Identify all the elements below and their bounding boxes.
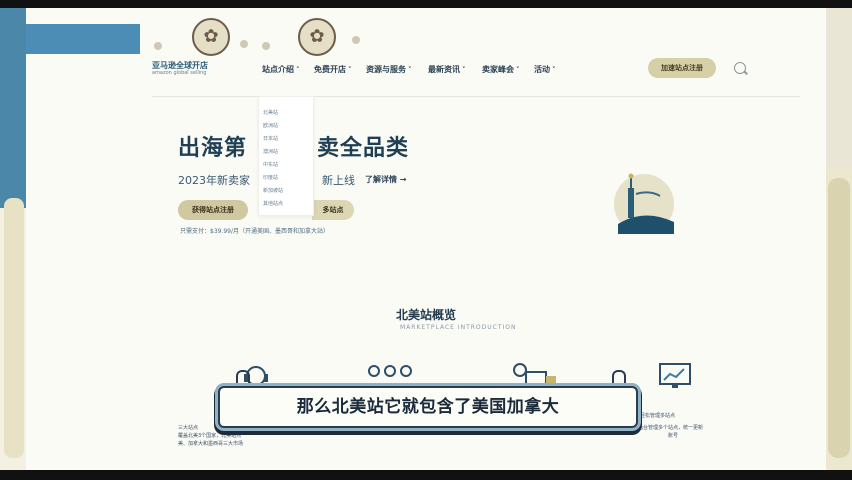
chevron-down-icon: ˅: [408, 66, 412, 74]
chevron-down-icon: ˅: [348, 66, 352, 74]
site-intro-dropdown: 北美站 欧洲站 日本站 澳洲站 中东站 印度站 新加坡站 其他站点: [258, 96, 314, 216]
video-subtitle-caption: 那么北美站它就包含了美国加拿大: [218, 386, 638, 428]
nav-item-news[interactable]: 最新资讯 ˅: [428, 64, 466, 75]
bottom-letterbox: [0, 470, 852, 480]
dropdown-item[interactable]: 北美站: [263, 109, 278, 116]
feature-text: 账号: [668, 433, 679, 439]
flower-ornament-icon: ✿: [192, 18, 230, 56]
dropdown-item[interactable]: 日本站: [263, 135, 278, 142]
right-decoration: [826, 8, 852, 478]
dropdown-item[interactable]: 印度站: [263, 174, 278, 181]
nav-item-summit[interactable]: 卖家峰会 ˅: [482, 64, 520, 75]
flower-ornament-icon: ✿: [298, 18, 336, 56]
decorative-dot: [262, 42, 270, 50]
feature-text: 轻松管理多站点: [640, 413, 676, 419]
statue-of-liberty-illustration: [614, 173, 674, 234]
section-subtitle: MARKETPLACE INTRODUCTION: [400, 324, 517, 331]
dropdown-item[interactable]: 澳洲站: [263, 148, 278, 155]
feature-text: 美、加拿大和墨西哥三大市场: [178, 441, 244, 447]
chevron-down-icon: ˅: [552, 66, 556, 74]
feature-text: 覆盖北美3个国家，北美站点: [178, 433, 242, 439]
chevron-down-icon: ˅: [516, 66, 520, 74]
feature-text: 统一后台管理多个站点，统一更新: [628, 425, 704, 431]
top-navigation: 亚马逊全球开店 amazon global selling 站点介绍 ˄ 免费开店…: [152, 58, 812, 78]
chevron-up-icon: ˄: [296, 66, 300, 74]
decorative-banner: [26, 24, 140, 54]
dropdown-item[interactable]: 其他站点: [263, 200, 283, 207]
chevron-down-icon: ˅: [462, 66, 466, 74]
nav-item-open-store[interactable]: 免费开店 ˅: [314, 64, 352, 75]
left-decoration: [0, 8, 26, 478]
hero-subtitle: 2023年新卖家: [178, 174, 250, 187]
feature-text: 三大站点: [178, 425, 199, 431]
nav-divider: [152, 96, 800, 97]
pricing-note: 只需支付：$39.99/月（开通美国、墨西哥和加拿大站）: [180, 228, 330, 235]
register-button[interactable]: 加速站点注册: [648, 58, 716, 78]
video-frame: ✿ ✿ 亚马逊全球开店 amazon global selling 站点介绍 ˄ …: [0, 0, 852, 480]
decorative-dot: [240, 40, 248, 48]
hero-subtitle-continued: 新上线: [322, 174, 355, 187]
logo-subtext: amazon global selling: [152, 70, 207, 76]
decorative-dot: [154, 42, 162, 50]
monitor-chart-icon: [659, 363, 691, 388]
nav-item-resources[interactable]: 资源与服务 ˅: [366, 64, 412, 75]
secondary-multi-site-button[interactable]: 多站点: [312, 200, 354, 220]
nav-item-events[interactable]: 活动 ˅: [534, 64, 556, 75]
dropdown-item[interactable]: 中东站: [263, 161, 278, 168]
learn-more-link[interactable]: 了解详情 →: [365, 174, 407, 185]
section-title: 北美站概览: [395, 308, 456, 322]
top-letterbox: [0, 0, 852, 8]
dropdown-item[interactable]: 新加坡站: [263, 187, 283, 194]
decorative-dot: [352, 36, 360, 44]
search-icon[interactable]: [734, 62, 746, 74]
dropdown-item[interactable]: 欧洲站: [263, 122, 278, 129]
site-logo[interactable]: 亚马逊全球开店 amazon global selling: [152, 58, 222, 78]
caption-text: 那么北美站它就包含了美国加拿大: [296, 397, 560, 417]
primary-register-button[interactable]: 获得站点注册: [178, 200, 248, 220]
nav-item-site-intro[interactable]: 站点介绍 ˄: [262, 64, 300, 75]
